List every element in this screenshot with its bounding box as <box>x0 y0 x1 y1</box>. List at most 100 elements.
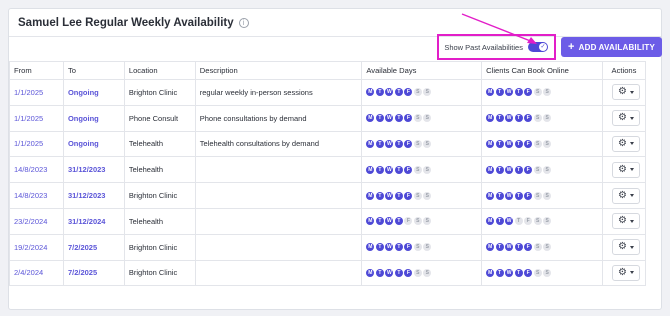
show-past-toggle[interactable]: ✓ <box>527 42 548 52</box>
to-date-link[interactable]: 31/12/2023 <box>68 165 106 174</box>
to-date-link[interactable]: Ongoing <box>68 88 99 97</box>
day-indicator: T <box>514 165 523 174</box>
description-cell: Telehealth consultations by demand <box>194 130 363 158</box>
from-cell[interactable]: 2/4/2024 <box>9 259 64 287</box>
day-indicator: T <box>375 268 384 277</box>
chevron-down-icon <box>629 90 634 94</box>
info-icon[interactable]: i <box>238 17 249 28</box>
day-indicator: S <box>413 268 422 277</box>
description-cell <box>194 156 363 184</box>
day-indicator: S <box>543 165 552 174</box>
day-indicator: M <box>486 88 495 97</box>
available-days: MTWTFSS <box>366 139 481 148</box>
gear-icon: ⚙ <box>618 266 627 278</box>
day-indicator: M <box>486 268 495 277</box>
from-date-link[interactable]: 19/2/2024 <box>14 243 47 252</box>
actions-cell: ⚙ <box>601 79 647 106</box>
from-cell[interactable]: 1/1/2025 <box>9 130 64 158</box>
from-date-link[interactable]: 2/4/2024 <box>14 268 43 277</box>
day-indicator: T <box>375 139 384 148</box>
col-to: To <box>62 61 125 80</box>
from-cell[interactable]: 23/2/2024 <box>9 207 64 235</box>
day-indicator: M <box>486 191 495 200</box>
row-actions-button[interactable]: ⚙ <box>611 161 640 178</box>
from-date-link[interactable]: 14/8/2023 <box>14 191 47 200</box>
online-days-cell: MTWTFSS <box>481 233 603 261</box>
to-date-link[interactable]: 7/2/2025 <box>68 268 97 277</box>
to-cell[interactable]: Ongoing <box>62 130 125 158</box>
day-indicator: T <box>514 191 523 200</box>
from-date-link[interactable]: 1/1/2025 <box>14 114 43 123</box>
to-cell[interactable]: 31/12/2023 <box>62 182 125 209</box>
to-date-link[interactable]: 31/12/2023 <box>68 191 106 200</box>
gear-icon: ⚙ <box>618 163 627 175</box>
to-cell[interactable]: 31/12/2023 <box>62 156 125 184</box>
day-indicator: F <box>404 165 413 174</box>
to-date-link[interactable]: Ongoing <box>68 139 99 148</box>
location-cell: Phone Consult <box>123 104 196 132</box>
description-cell: Phone consultations by demand <box>194 104 363 132</box>
row-actions-button[interactable]: ⚙ <box>611 84 640 101</box>
row-actions-button[interactable]: ⚙ <box>611 213 640 230</box>
day-indicator: S <box>413 165 422 174</box>
chevron-down-icon <box>629 168 634 172</box>
from-date-link[interactable]: 14/8/2023 <box>14 165 47 174</box>
day-indicator: M <box>486 139 495 148</box>
from-cell[interactable]: 1/1/2025 <box>9 79 64 106</box>
online-days-cell: MTWTFSS <box>481 182 603 209</box>
row-actions-button[interactable]: ⚙ <box>611 264 640 281</box>
actions-cell: ⚙ <box>601 130 647 158</box>
to-date-link[interactable]: 31/12/2024 <box>68 217 106 226</box>
day-indicator: S <box>423 114 432 123</box>
to-cell[interactable]: 31/12/2024 <box>62 207 125 235</box>
day-indicator: W <box>385 217 394 226</box>
day-indicator: T <box>375 114 384 123</box>
day-indicator: F <box>404 243 413 252</box>
day-indicator: S <box>413 191 422 200</box>
actions-cell: ⚙ <box>601 156 647 184</box>
to-date-link[interactable]: Ongoing <box>68 114 99 123</box>
to-cell[interactable]: 7/2/2025 <box>62 259 125 287</box>
table-row: 1/1/2025 Ongoing Brighton Clinic regular we… <box>9 79 647 106</box>
table-header-row: From To Location Description Available D… <box>9 61 647 80</box>
row-actions-button[interactable]: ⚙ <box>611 110 640 127</box>
to-cell[interactable]: 7/2/2025 <box>62 233 125 261</box>
day-indicator: W <box>385 268 394 277</box>
location-cell: Telehealth <box>123 156 196 184</box>
from-date-link[interactable]: 23/2/2024 <box>14 217 47 226</box>
col-location: Location <box>123 61 196 80</box>
location-cell: Telehealth <box>123 207 196 235</box>
available-days: MTWTFSS <box>366 243 481 252</box>
day-indicator: S <box>533 191 542 200</box>
day-indicator: T <box>375 191 384 200</box>
from-cell[interactable]: 19/2/2024 <box>9 233 64 261</box>
row-actions-button[interactable]: ⚙ <box>611 135 640 152</box>
day-indicator: T <box>394 217 403 226</box>
from-date-link[interactable]: 1/1/2025 <box>14 139 43 148</box>
to-cell[interactable]: Ongoing <box>62 104 125 132</box>
day-indicator: W <box>505 88 514 97</box>
day-indicator: S <box>413 88 422 97</box>
day-indicator: S <box>543 191 552 200</box>
day-indicator: M <box>486 217 495 226</box>
row-actions-button[interactable]: ⚙ <box>611 239 640 256</box>
from-cell[interactable]: 1/1/2025 <box>9 104 64 132</box>
day-indicator: S <box>413 217 422 226</box>
table-row: 14/8/2023 31/12/2023 Brighton Clinic M T W T F S… <box>9 182 647 209</box>
available-days-cell: MTWTFSS <box>361 79 483 106</box>
day-indicator: W <box>505 114 514 123</box>
description-cell <box>194 182 363 209</box>
from-cell[interactable]: 14/8/2023 <box>9 156 64 184</box>
row-actions-button[interactable]: ⚙ <box>611 187 640 204</box>
table-row: 19/2/2024 7/2/2025 Brighton Clinic M T W T F S S M… <box>9 233 647 261</box>
from-cell[interactable]: 14/8/2023 <box>9 182 64 209</box>
day-indicator: M <box>366 217 375 226</box>
day-indicator: F <box>524 191 533 200</box>
day-indicator: T <box>394 88 403 97</box>
to-date-link[interactable]: 7/2/2025 <box>68 243 97 252</box>
to-cell[interactable]: Ongoing <box>62 79 125 106</box>
from-date-link[interactable]: 1/1/2025 <box>14 88 43 97</box>
add-availability-button[interactable]: + ADD AVAILABILITY <box>560 37 662 57</box>
online-days-cell: MTWTFSS <box>481 207 603 235</box>
day-indicator: M <box>366 139 375 148</box>
